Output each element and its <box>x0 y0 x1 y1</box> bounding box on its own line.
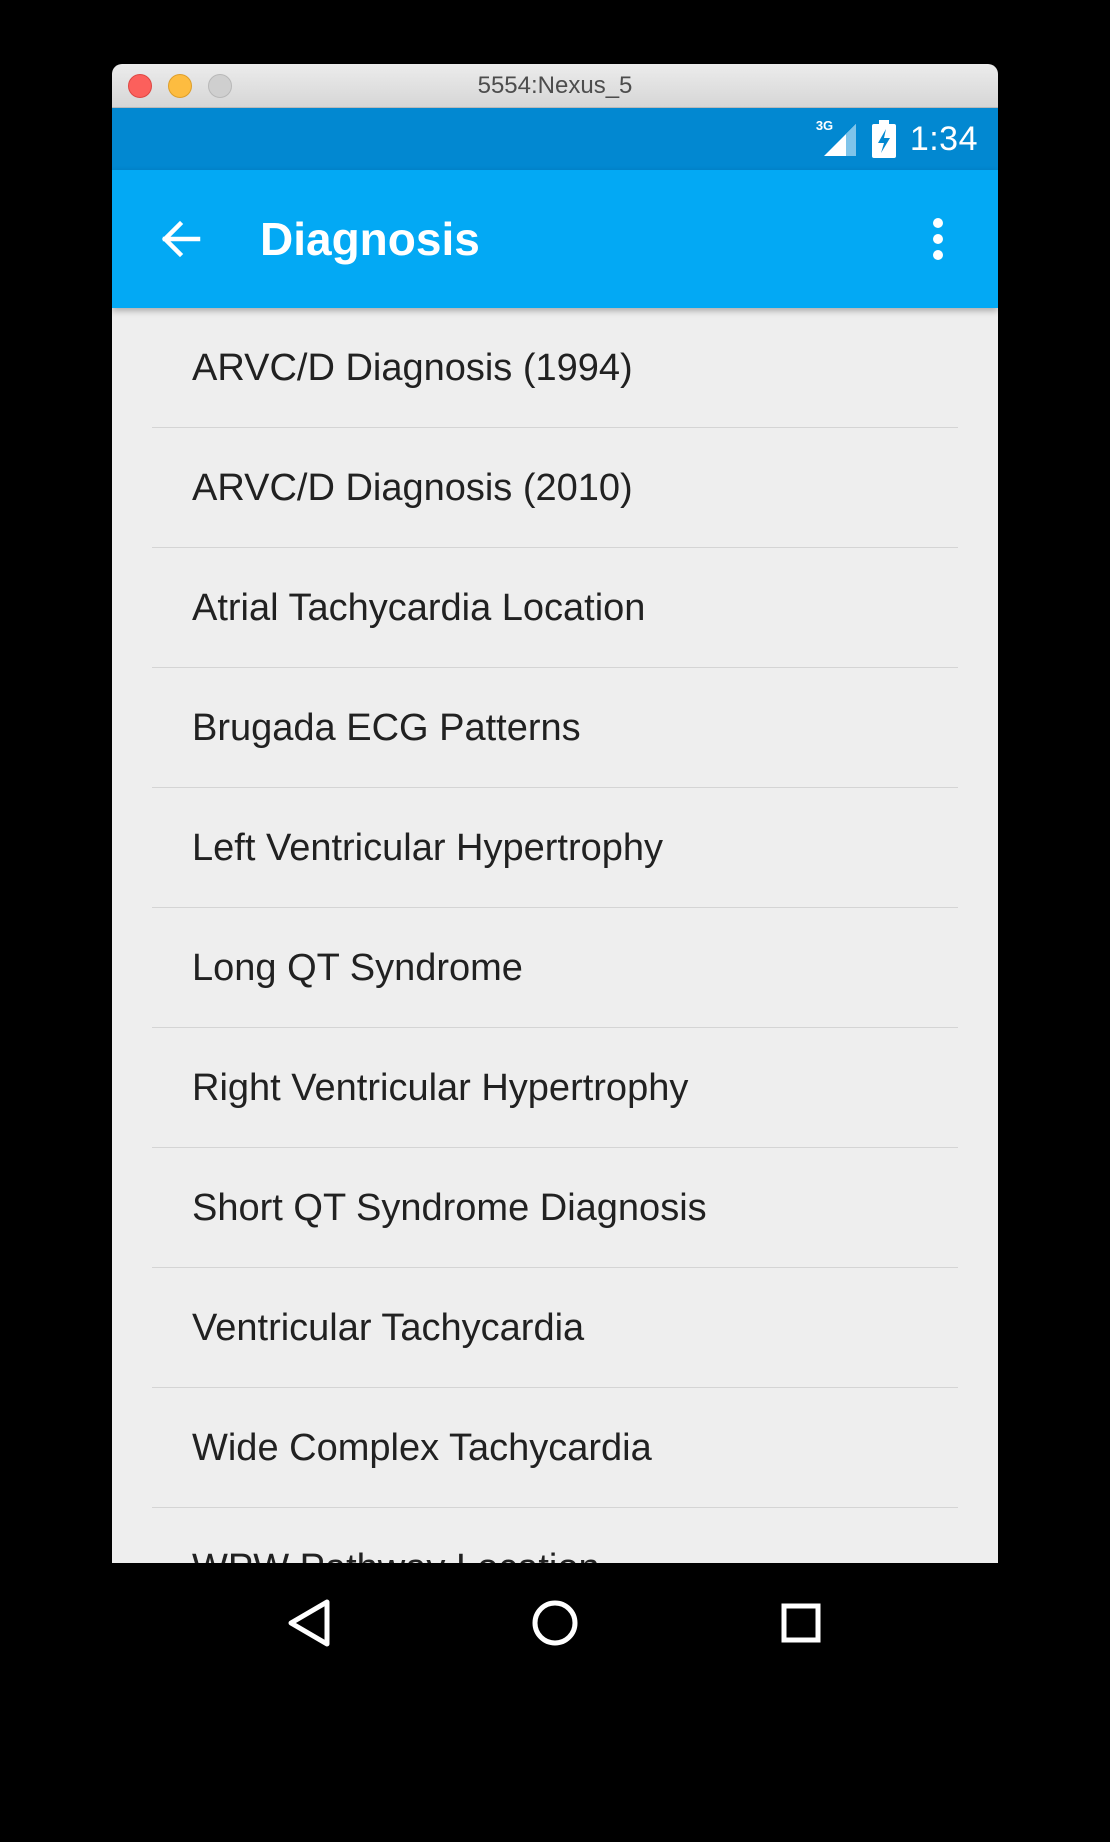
network-type-label: 3G <box>815 118 834 133</box>
nav-back-button[interactable] <box>275 1589 343 1657</box>
app-bar: Diagnosis <box>112 170 998 308</box>
list-item[interactable]: Long QT Syndrome <box>112 908 998 1028</box>
status-bar: 3G 1:34 <box>112 108 998 170</box>
list-item[interactable]: Wide Complex Tachycardia <box>112 1388 998 1508</box>
battery-charging-icon <box>871 120 896 158</box>
circle-home-icon <box>530 1598 580 1648</box>
list-item[interactable]: Ventricular Tachycardia <box>112 1268 998 1388</box>
overflow-menu-button[interactable] <box>914 207 962 271</box>
diagnosis-list: ARVC/D Diagnosis (1994) ARVC/D Diagnosis… <box>112 308 998 1564</box>
list-item[interactable]: Right Ventricular Hypertrophy <box>112 1028 998 1148</box>
device-screen: 3G 1:34 Diagnosis ARVC/D Diagnosis (1994… <box>112 108 998 1564</box>
window-titlebar: 5554:Nexus_5 <box>112 64 998 108</box>
nav-home-button[interactable] <box>521 1589 589 1657</box>
list-item[interactable]: WPW Pathway Location <box>112 1508 998 1564</box>
status-clock: 1:34 <box>909 119 978 158</box>
status-icons: 3G 1:34 <box>816 108 978 170</box>
diagnosis-list-container: ARVC/D Diagnosis (1994) ARVC/D Diagnosis… <box>112 308 998 1564</box>
list-item[interactable]: Left Ventricular Hypertrophy <box>112 788 998 908</box>
more-vertical-icon <box>932 217 944 261</box>
arrow-left-icon <box>158 217 202 261</box>
list-item[interactable]: ARVC/D Diagnosis (1994) <box>112 308 998 428</box>
square-recents-icon <box>779 1601 823 1645</box>
window-title: 5554:Nexus_5 <box>477 72 633 99</box>
page-title: Diagnosis <box>260 213 480 265</box>
emulator-window: 5554:Nexus_5 3G 1:34 Diagnosis ARVC/D Di… <box>112 64 998 1564</box>
list-item[interactable]: ARVC/D Diagnosis (2010) <box>112 428 998 548</box>
list-item[interactable]: Brugada ECG Patterns <box>112 668 998 788</box>
list-item[interactable]: Atrial Tachycardia Location <box>112 548 998 668</box>
nav-recents-button[interactable] <box>767 1589 835 1657</box>
list-item[interactable]: Short QT Syndrome Diagnosis <box>112 1148 998 1268</box>
signal-icon: 3G <box>815 118 858 158</box>
navigation-bar <box>0 1563 1110 1683</box>
triangle-back-icon <box>285 1597 333 1649</box>
back-button[interactable] <box>148 207 212 271</box>
